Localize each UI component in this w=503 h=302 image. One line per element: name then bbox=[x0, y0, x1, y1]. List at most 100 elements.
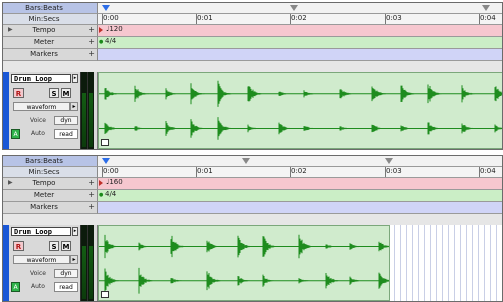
min-secs-ruler[interactable]: 0:00 0:01 0:02 0:03 0:04 bbox=[98, 14, 502, 25]
bars-beats-ruler-header[interactable]: Bars:Beats bbox=[3, 156, 98, 167]
grid-line bbox=[430, 225, 431, 301]
track-view-selector[interactable]: waveform bbox=[13, 255, 70, 264]
automation-mode-selector[interactable]: read bbox=[54, 282, 78, 292]
grid-line bbox=[460, 225, 461, 301]
edit-window-top: Bars:Beats Min:Secs 0:00 0:01 0:02 0:03 … bbox=[2, 2, 503, 150]
markers-ruler-header[interactable]: Markers + bbox=[3, 202, 98, 214]
time-label-1: 0:01 bbox=[197, 14, 213, 22]
min-secs-ruler-header[interactable]: Min:Secs bbox=[3, 14, 98, 25]
min-secs-label: Min:Secs bbox=[28, 168, 60, 176]
track-playlist-area[interactable] bbox=[98, 72, 502, 149]
track-playlist-area[interactable] bbox=[98, 225, 502, 301]
level-meter-left bbox=[80, 225, 87, 301]
time-label-0: 0:00 bbox=[103, 167, 119, 175]
track-view-selector[interactable]: waveform bbox=[13, 102, 70, 111]
ruler-tick bbox=[385, 14, 386, 24]
bars-beats-label: Bars:Beats bbox=[25, 4, 63, 12]
meter-marker-icon[interactable]: ● bbox=[99, 192, 103, 198]
automation-label: Auto bbox=[31, 283, 45, 290]
loop-end-marker-icon[interactable] bbox=[385, 158, 393, 164]
tempo-marker-icon[interactable] bbox=[99, 180, 103, 186]
add-tempo-button[interactable]: + bbox=[88, 25, 95, 34]
grid-line bbox=[400, 225, 401, 301]
markers-ruler[interactable] bbox=[98, 49, 502, 61]
bars-beats-ruler-header[interactable]: Bars:Beats bbox=[3, 3, 98, 14]
tempo-value: ♩120 bbox=[106, 25, 123, 33]
mute-button[interactable]: M bbox=[61, 241, 71, 251]
markers-ruler[interactable] bbox=[98, 202, 502, 214]
meter-ruler-header[interactable]: Meter + bbox=[3, 190, 98, 202]
audio-region[interactable] bbox=[98, 72, 502, 149]
voice-label: Voice bbox=[30, 270, 46, 277]
time-label-2: 0:02 bbox=[291, 14, 307, 22]
level-meter-left bbox=[80, 72, 87, 149]
track-name-field[interactable]: Drum Loop bbox=[11, 74, 71, 83]
waveform bbox=[99, 234, 389, 294]
loop-start-marker-icon[interactable] bbox=[242, 158, 250, 164]
automation-icon[interactable]: A bbox=[11, 282, 20, 292]
track-name-menu-icon[interactable]: ▸ bbox=[72, 74, 78, 83]
ruler-tick bbox=[196, 14, 197, 24]
automation-mode-selector[interactable]: read bbox=[54, 129, 78, 139]
grid-line bbox=[424, 225, 425, 301]
grid-line bbox=[496, 225, 497, 301]
tempo-ruler[interactable]: ♩120 bbox=[98, 25, 502, 37]
meter-label: Meter bbox=[33, 191, 55, 199]
loop-start-marker-icon[interactable] bbox=[290, 5, 298, 11]
meter-marker-icon[interactable]: ● bbox=[99, 39, 103, 45]
add-marker-button[interactable]: + bbox=[88, 202, 95, 211]
solo-button[interactable]: S bbox=[49, 241, 59, 251]
ruler-tick bbox=[479, 14, 480, 24]
add-meter-button[interactable]: + bbox=[88, 37, 95, 46]
meter-ruler[interactable]: ● 4/4 bbox=[98, 190, 502, 202]
track-view-menu-icon[interactable]: ▸ bbox=[70, 255, 78, 264]
bars-beats-ruler[interactable] bbox=[98, 156, 502, 167]
track-name-field[interactable]: Drum Loop bbox=[11, 227, 71, 236]
add-marker-button[interactable]: + bbox=[88, 49, 95, 58]
meter-ruler-header[interactable]: Meter + bbox=[3, 37, 98, 49]
track-view-menu-icon[interactable]: ▸ bbox=[70, 102, 78, 111]
tempo-label: Tempo bbox=[32, 179, 56, 187]
min-secs-ruler-header[interactable]: Min:Secs bbox=[3, 167, 98, 178]
grid-line bbox=[394, 225, 395, 301]
tempo-ruler-header[interactable]: ▶ Tempo + bbox=[3, 25, 98, 37]
waveform bbox=[99, 80, 502, 140]
loop-end-marker-icon[interactable] bbox=[482, 5, 490, 11]
time-label-3: 0:03 bbox=[386, 14, 402, 22]
min-secs-ruler[interactable]: 0:00 0:01 0:02 0:03 0:04 bbox=[98, 167, 502, 178]
tempo-ruler-header[interactable]: ▶ Tempo + bbox=[3, 178, 98, 190]
record-enable-button[interactable]: R bbox=[13, 88, 24, 98]
meter-label: Meter bbox=[33, 38, 55, 46]
mute-button[interactable]: M bbox=[61, 88, 71, 98]
grid-line bbox=[412, 225, 413, 301]
markers-label: Markers bbox=[30, 50, 58, 58]
grid-line bbox=[466, 225, 467, 301]
add-tempo-button[interactable]: + bbox=[88, 178, 95, 187]
track-color-strip bbox=[3, 225, 9, 301]
bars-beats-ruler[interactable] bbox=[98, 3, 502, 14]
track-name-menu-icon[interactable]: ▸ bbox=[72, 227, 78, 236]
voice-selector[interactable]: dyn bbox=[54, 116, 78, 125]
grid-line bbox=[454, 225, 455, 301]
ruler-tick bbox=[385, 167, 386, 177]
tempo-marker-icon[interactable] bbox=[99, 27, 103, 33]
time-label-4: 0:04 bbox=[480, 14, 496, 22]
markers-ruler-header[interactable]: Markers + bbox=[3, 49, 98, 61]
voice-selector[interactable]: dyn bbox=[54, 269, 78, 278]
grid-line bbox=[484, 225, 485, 301]
playhead-icon[interactable] bbox=[102, 5, 110, 11]
track-header[interactable]: Drum Loop ▸ R S M waveform ▸ Voice dyn A… bbox=[3, 225, 98, 301]
meter-ruler[interactable]: ● 4/4 bbox=[98, 37, 502, 49]
automation-label: Auto bbox=[31, 130, 45, 137]
tempo-ruler[interactable]: ♩160 bbox=[98, 178, 502, 190]
audio-region[interactable] bbox=[98, 225, 390, 301]
tempo-label: Tempo bbox=[32, 26, 56, 34]
record-enable-button[interactable]: R bbox=[13, 241, 24, 251]
grid-line bbox=[478, 225, 479, 301]
solo-button[interactable]: S bbox=[49, 88, 59, 98]
add-meter-button[interactable]: + bbox=[88, 190, 95, 199]
playhead-icon[interactable] bbox=[102, 158, 110, 164]
ruler-tick bbox=[102, 167, 103, 177]
automation-icon[interactable]: A bbox=[11, 129, 20, 139]
track-header[interactable]: Drum Loop ▸ R S M waveform ▸ Voice dyn A… bbox=[3, 72, 98, 149]
